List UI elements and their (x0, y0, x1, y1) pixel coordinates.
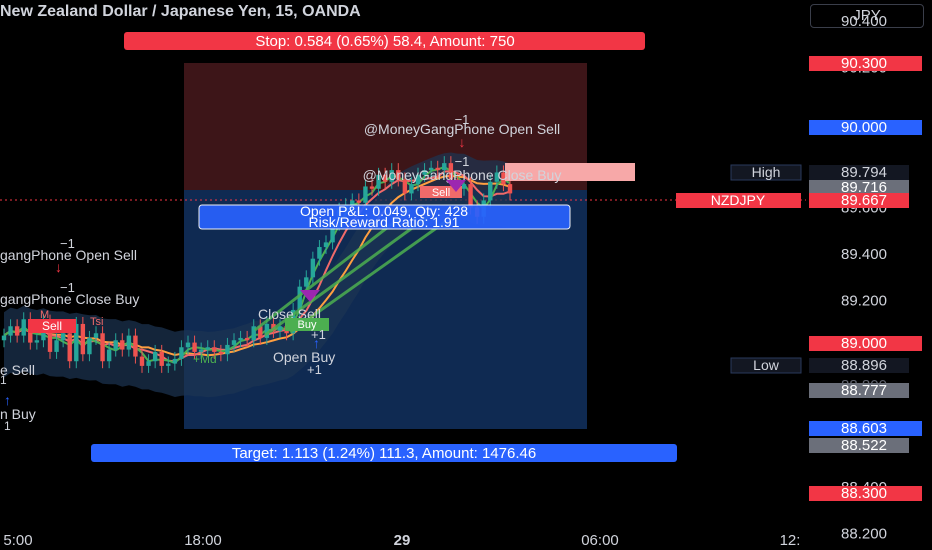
time-tick-4: 12: (780, 532, 801, 549)
candle-body[interactable] (468, 184, 473, 208)
sell-tag-small: Sell (432, 187, 450, 199)
time-tick-1: 18:00 (184, 532, 222, 549)
last-price: 89.667 (841, 192, 887, 209)
price-tick-4: 89.200 (841, 293, 887, 310)
candle-body[interactable] (409, 184, 414, 194)
candle-body[interactable] (113, 340, 118, 350)
close-buy-left-annotation: gangPhone Close Buy (0, 291, 139, 307)
chart-title: New Zealand Dollar / Japanese Yen, 15, O… (0, 3, 361, 20)
sell-tag: Sell (42, 319, 62, 333)
candle-body[interactable] (67, 333, 72, 362)
level-88522: 88.522 (841, 437, 887, 454)
candle-body[interactable] (1, 335, 7, 341)
candle-body[interactable] (87, 337, 92, 355)
md-tag: +Md (193, 352, 217, 366)
candle-body[interactable] (231, 340, 237, 345)
candle-body[interactable] (192, 342, 197, 352)
candle-body[interactable] (54, 340, 59, 352)
symbol-tag: NZDJPY (711, 192, 766, 208)
candle-body[interactable] (126, 335, 132, 350)
candle-body[interactable] (179, 347, 184, 359)
plus-one-left-2: 1 (4, 419, 11, 433)
candle-body[interactable] (225, 344, 230, 355)
time-tick-0: 5:00 (3, 532, 32, 549)
plus-one-left: 1 (0, 373, 7, 387)
candle-body[interactable] (172, 358, 178, 364)
candle-body[interactable] (218, 351, 224, 355)
tsi-tag: Tsi (90, 316, 103, 328)
candle-body[interactable] (461, 184, 467, 189)
target-price: 88.300 (841, 485, 887, 502)
candle-body[interactable] (21, 319, 26, 336)
candle-body[interactable] (34, 340, 40, 343)
currency-button[interactable]: JPY (810, 4, 924, 28)
low-label: Low (753, 357, 780, 373)
candle-body[interactable] (159, 351, 164, 366)
candle-body[interactable] (304, 277, 309, 287)
mi-tag: M (40, 309, 49, 321)
candle-body[interactable] (139, 356, 145, 366)
candle-body[interactable] (244, 337, 250, 341)
candle-body[interactable] (185, 342, 191, 348)
candle-body[interactable] (8, 326, 13, 336)
price-tick-6: 88.200 (841, 526, 887, 543)
stop-label[interactable]: Stop: 0.584 (0.65%) 58.4, Amount: 750 (255, 33, 514, 50)
price-chart[interactable]: Stop: 0.584 (0.65%) 58.4, Amount: 750 Ta… (0, 0, 932, 550)
candle-body[interactable] (369, 186, 375, 189)
candle-body[interactable] (507, 184, 513, 194)
level-88603: 88.603 (841, 420, 887, 437)
candle-body[interactable] (100, 333, 105, 362)
target-label[interactable]: Target: 1.113 (1.24%) 111.3, Amount: 147… (232, 445, 536, 462)
high-label: High (752, 164, 781, 180)
time-tick-3: 06:00 (581, 532, 619, 549)
candle-body[interactable] (363, 186, 368, 203)
candle-body[interactable] (152, 351, 158, 362)
candle-body[interactable] (14, 326, 20, 336)
open-buy-annotation: Open Buy (273, 349, 335, 365)
candle-body[interactable] (317, 247, 322, 259)
candle-body[interactable] (205, 347, 210, 350)
time-axis[interactable]: 5:00 18:00 29 06:00 12: (3, 532, 800, 549)
price-axis[interactable]: 90.40090.20089.60089.40089.20088.40088.2… (841, 13, 887, 543)
stop-price: 90.300 (841, 55, 887, 72)
candle-body[interactable] (60, 333, 66, 341)
level-88777: 88.777 (841, 382, 887, 399)
candle-body[interactable] (80, 323, 86, 355)
time-tick-2: 29 (394, 532, 411, 549)
plus-one-mid-2: +1 (307, 362, 322, 377)
candle-body[interactable] (146, 361, 151, 366)
candle-body[interactable] (323, 242, 329, 248)
price-tick-3: 89.400 (841, 246, 887, 263)
candle-body[interactable] (166, 363, 171, 366)
down-arrow-left-icon: ↓ (55, 259, 62, 275)
candle-body[interactable] (310, 258, 316, 278)
pnl-line-2: Risk/Reward Ratio: 1.91 (309, 214, 460, 230)
low-value: 88.896 (841, 357, 887, 374)
candle-body[interactable] (238, 337, 243, 341)
entry-price: 90.000 (841, 119, 887, 136)
candle-body[interactable] (488, 181, 493, 201)
down-arrow-icon: ↓ (459, 134, 466, 150)
candle-body[interactable] (106, 349, 112, 362)
level-89: 89.000 (841, 335, 887, 352)
candle-body[interactable] (133, 335, 138, 357)
candle-body[interactable] (120, 340, 125, 350)
candle-body[interactable] (93, 333, 99, 338)
open-sell-left-annotation: gangPhone Open Sell (0, 247, 137, 263)
